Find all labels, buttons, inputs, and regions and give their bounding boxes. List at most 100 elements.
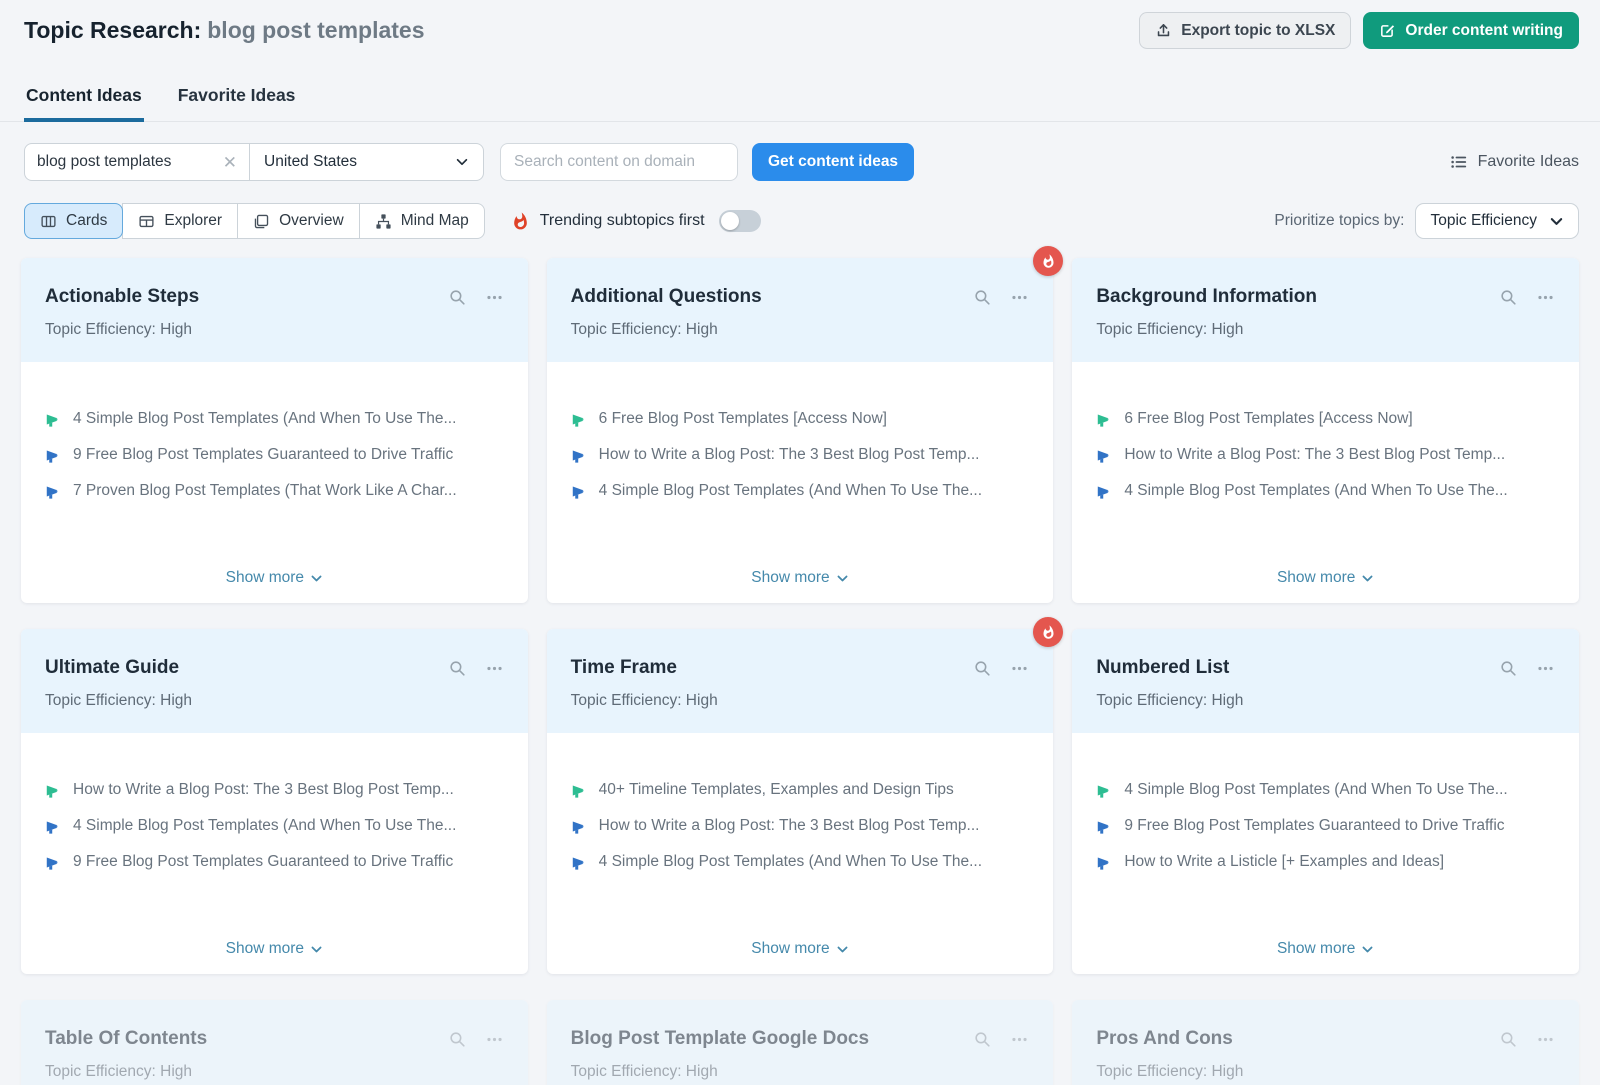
card-items: 4 Simple Blog Post Templates (And When T… xyxy=(45,408,504,502)
tab-favorite-ideas[interactable]: Favorite Ideas xyxy=(176,79,298,122)
view-segment-label: Cards xyxy=(66,212,107,230)
domain-search-input[interactable] xyxy=(500,143,738,181)
megaphone-icon xyxy=(1096,447,1113,464)
more-options-icon[interactable] xyxy=(485,1030,504,1049)
idea-item[interactable]: 9 Free Blog Post Templates Guaranteed to… xyxy=(45,444,504,466)
search-icon[interactable] xyxy=(1499,659,1518,678)
search-icon[interactable] xyxy=(448,659,467,678)
more-options-icon[interactable] xyxy=(1010,288,1029,307)
show-more-button[interactable]: Show more xyxy=(1277,569,1374,587)
search-icon[interactable] xyxy=(973,1030,992,1049)
card-items: 6 Free Blog Post Templates [Access Now] … xyxy=(1096,408,1555,502)
topic-card: Actionable Steps Topic Efficiency: High xyxy=(21,258,528,603)
idea-item[interactable]: 9 Free Blog Post Templates Guaranteed to… xyxy=(1096,815,1555,837)
more-options-icon[interactable] xyxy=(1010,1030,1029,1049)
show-more-button[interactable]: Show more xyxy=(751,569,848,587)
card-header: Actionable Steps Topic Efficiency: High xyxy=(21,258,528,362)
view-segment-overview[interactable]: Overview xyxy=(237,203,360,239)
search-icon[interactable] xyxy=(448,288,467,307)
topic-card: Background Information Topic Efficiency:… xyxy=(1072,258,1579,603)
search-icon[interactable] xyxy=(973,288,992,307)
idea-item[interactable]: 4 Simple Blog Post Templates (And When T… xyxy=(571,480,1030,502)
card-title: Numbered List xyxy=(1096,655,1499,681)
prioritize-label: Prioritize topics by: xyxy=(1274,212,1404,230)
query-group: ✕ United States xyxy=(24,143,484,181)
idea-item[interactable]: 4 Simple Blog Post Templates (And When T… xyxy=(1096,480,1555,502)
trending-toggle[interactable] xyxy=(719,210,761,232)
export-xlsx-button[interactable]: Export topic to XLSX xyxy=(1139,12,1351,49)
view-segment-explorer[interactable]: Explorer xyxy=(122,203,238,239)
query-box: ✕ xyxy=(25,144,249,180)
idea-item[interactable]: 9 Free Blog Post Templates Guaranteed to… xyxy=(45,851,504,873)
idea-title: 9 Free Blog Post Templates Guaranteed to… xyxy=(73,851,453,873)
get-content-ideas-button[interactable]: Get content ideas xyxy=(752,143,914,181)
idea-item[interactable]: 4 Simple Blog Post Templates (And When T… xyxy=(45,408,504,430)
show-more-button[interactable]: Show more xyxy=(226,569,323,587)
order-content-writing-button[interactable]: Order content writing xyxy=(1363,12,1579,49)
show-more-label: Show more xyxy=(751,940,829,958)
show-more-button[interactable]: Show more xyxy=(1277,940,1374,958)
card-title: Background Information xyxy=(1096,284,1499,310)
idea-title: How to Write a Blog Post: The 3 Best Blo… xyxy=(1124,444,1505,466)
idea-title: 4 Simple Blog Post Templates (And When T… xyxy=(73,815,456,837)
idea-item[interactable]: 4 Simple Blog Post Templates (And When T… xyxy=(1096,779,1555,801)
idea-item[interactable]: 40+ Timeline Templates, Examples and Des… xyxy=(571,779,1030,801)
toggle-knob xyxy=(721,212,739,230)
idea-item[interactable]: How to Write a Blog Post: The 3 Best Blo… xyxy=(45,779,504,801)
search-icon[interactable] xyxy=(973,659,992,678)
favorite-ideas-link[interactable]: Favorite Ideas xyxy=(1450,153,1579,171)
page-title-query: blog post templates xyxy=(207,17,424,43)
card-items: 4 Simple Blog Post Templates (And When T… xyxy=(1096,779,1555,873)
card-tools xyxy=(448,284,504,307)
idea-item[interactable]: 4 Simple Blog Post Templates (And When T… xyxy=(571,851,1030,873)
more-options-icon[interactable] xyxy=(1536,659,1555,678)
tab-content-ideas[interactable]: Content Ideas xyxy=(24,79,144,122)
idea-title: 40+ Timeline Templates, Examples and Des… xyxy=(599,779,954,801)
card-efficiency: Topic Efficiency: High xyxy=(1096,1062,1555,1082)
more-options-icon[interactable] xyxy=(1536,1030,1555,1049)
idea-item[interactable]: 4 Simple Blog Post Templates (And When T… xyxy=(45,815,504,837)
show-more-button[interactable]: Show more xyxy=(751,940,848,958)
idea-title: 6 Free Blog Post Templates [Access Now] xyxy=(1124,408,1412,430)
overview-icon xyxy=(253,213,270,230)
megaphone-icon xyxy=(45,483,62,500)
search-icon[interactable] xyxy=(1499,288,1518,307)
idea-item[interactable]: How to Write a Blog Post: The 3 Best Blo… xyxy=(571,444,1030,466)
more-options-icon[interactable] xyxy=(485,659,504,678)
idea-item[interactable]: How to Write a Blog Post: The 3 Best Blo… xyxy=(1096,444,1555,466)
idea-item[interactable]: 7 Proven Blog Post Templates (That Work … xyxy=(45,480,504,502)
chevron-down-icon xyxy=(310,572,323,585)
more-options-icon[interactable] xyxy=(485,288,504,307)
header-actions: Export topic to XLSX Order content writi… xyxy=(1139,12,1579,49)
chevron-down-icon xyxy=(1549,214,1564,229)
card-header: Time Frame Topic Efficiency: High xyxy=(547,629,1054,733)
view-segment-cards[interactable]: Cards xyxy=(24,203,123,239)
megaphone-icon xyxy=(45,818,62,835)
clear-query-icon[interactable]: ✕ xyxy=(223,154,237,171)
tab-label: Content Ideas xyxy=(26,85,142,105)
topic-research-page: Topic Research:blog post templates Expor… xyxy=(0,0,1600,1085)
topic-card: Ultimate Guide Topic Efficiency: High xyxy=(21,629,528,974)
show-more-button[interactable]: Show more xyxy=(226,940,323,958)
topic-query-input[interactable] xyxy=(37,153,213,171)
topic-card: Pros And Cons Topic Efficiency: High xyxy=(1072,1000,1579,1085)
region-select[interactable]: United States xyxy=(249,144,483,180)
idea-item[interactable]: 6 Free Blog Post Templates [Access Now] xyxy=(571,408,1030,430)
show-more-label: Show more xyxy=(1277,940,1355,958)
more-options-icon[interactable] xyxy=(1010,659,1029,678)
idea-item[interactable]: 6 Free Blog Post Templates [Access Now] xyxy=(1096,408,1555,430)
page-title: Topic Research:blog post templates xyxy=(24,17,425,44)
idea-item[interactable]: How to Write a Listicle [+ Examples and … xyxy=(1096,851,1555,873)
show-more-label: Show more xyxy=(1277,569,1355,587)
prioritize-select[interactable]: Topic Efficiency xyxy=(1415,203,1579,239)
search-icon[interactable] xyxy=(1499,1030,1518,1049)
more-options-icon[interactable] xyxy=(1536,288,1555,307)
page-title-prefix: Topic Research: xyxy=(24,17,201,43)
view-switcher: Cards Explorer Overview Mind Map xyxy=(24,203,485,239)
view-segment-mind-map[interactable]: Mind Map xyxy=(359,203,485,239)
card-body: How to Write a Blog Post: The 3 Best Blo… xyxy=(21,733,528,974)
card-efficiency: Topic Efficiency: High xyxy=(571,320,1030,340)
idea-item[interactable]: How to Write a Blog Post: The 3 Best Blo… xyxy=(571,815,1030,837)
megaphone-icon xyxy=(571,411,588,428)
search-icon[interactable] xyxy=(448,1030,467,1049)
